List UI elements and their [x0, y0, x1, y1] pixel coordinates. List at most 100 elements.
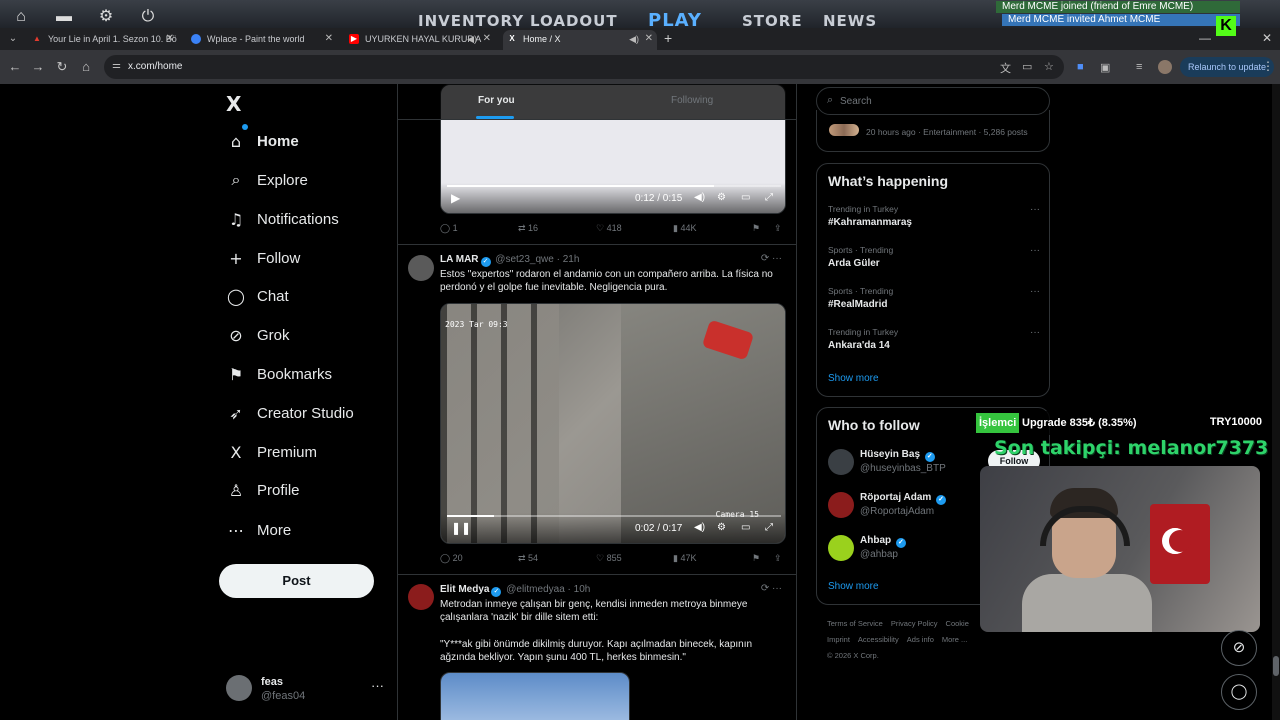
browser-tab[interactable]: ▲ Your Lie in April 1. Sezon 10. Bö ✕ — [28, 30, 178, 50]
close-icon[interactable]: ✕ — [325, 30, 333, 48]
play-icon[interactable]: ▶ — [451, 191, 460, 205]
home-icon[interactable]: ⌂ — [12, 8, 30, 26]
nav-home[interactable]: ⌂ Home — [226, 124, 299, 155]
post-button[interactable]: Post — [219, 564, 374, 598]
tweet-video[interactable]: 2023 Tar 09:3 Camera 15 ❚❚ 0:02 / 0:17 ◀… — [440, 303, 786, 544]
avatar[interactable] — [828, 535, 854, 561]
author-handle[interactable]: @set23_qwe — [495, 254, 554, 265]
browser-tab[interactable]: Wplace - Paint the world ✕ — [187, 30, 337, 50]
close-icon[interactable]: ✕ — [645, 30, 653, 48]
bookmark-icon[interactable]: ⚑ — [752, 553, 760, 564]
minimize-icon[interactable]: — — [1199, 31, 1211, 45]
reply-button[interactable]: ◯ 1 — [440, 223, 458, 234]
case-icon[interactable]: ▬ — [55, 8, 73, 26]
cast-icon[interactable]: ▭ — [1022, 60, 1032, 73]
reply-button[interactable]: ◯ 20 — [440, 553, 463, 564]
back-icon[interactable]: ← — [7, 59, 23, 74]
views-button[interactable]: ▮ 44K — [673, 223, 696, 234]
views-button[interactable]: ▮ 47K — [673, 553, 696, 564]
more-icon[interactable]: ··· — [1030, 286, 1040, 297]
author-name[interactable]: LA MAR — [440, 254, 479, 265]
pip-icon[interactable]: ▭ — [741, 192, 750, 203]
volume-icon[interactable]: ◀) — [694, 192, 705, 203]
nav-grok[interactable]: ⊘ Grok — [226, 321, 289, 349]
trend-item[interactable]: Sports · Trending Arda Güler ··· — [828, 245, 1040, 281]
footer-link[interactable]: Privacy Policy — [891, 619, 938, 628]
share-icon[interactable]: ⇪ — [774, 223, 782, 234]
video-progress[interactable] — [447, 515, 781, 517]
nav-creator-studio[interactable]: ➶ Creator Studio — [226, 399, 353, 427]
footer-link[interactable]: Accessibility — [858, 635, 899, 644]
avatar[interactable] — [828, 492, 854, 518]
footer-link[interactable]: Cookie — [946, 619, 969, 628]
trend-preview-card[interactable]: 20 hours ago · Entertainment · 5,286 pos… — [816, 110, 1050, 152]
bookmark-star-icon[interactable]: ☆ — [1044, 60, 1054, 73]
avatar[interactable] — [408, 584, 434, 610]
avatar[interactable] — [828, 449, 854, 475]
page-scrollbar[interactable] — [1272, 84, 1280, 720]
browser-tab[interactable]: ▶ UYURKEN HAYAL KURUP A ◀) ✕ — [345, 30, 495, 50]
more-icon[interactable]: ··· — [1030, 204, 1040, 215]
nav-follow[interactable]: + Follow — [226, 244, 300, 272]
url-text[interactable]: x.com/home — [128, 61, 182, 72]
reload-icon[interactable]: ↻ — [54, 59, 70, 75]
close-icon[interactable]: ✕ — [483, 30, 491, 48]
tweet-image[interactable] — [440, 672, 630, 720]
menu-kebab-icon[interactable]: ⋮ — [1262, 59, 1274, 73]
avatar[interactable] — [408, 255, 434, 281]
account-switcher[interactable]: feas @feas04 ··· — [226, 672, 386, 704]
nav-profile[interactable]: ♙ Profile — [226, 476, 300, 504]
speaker-icon[interactable]: ◀) — [467, 30, 477, 48]
trend-item[interactable]: Sports · Trending #RealMadrid ··· — [828, 286, 1040, 322]
more-icon[interactable]: ··· — [1030, 245, 1040, 256]
power-icon[interactable]: ⏻ — [139, 8, 157, 26]
chat-fab-icon[interactable]: ◯ — [1221, 674, 1257, 710]
forward-icon[interactable]: → — [30, 59, 46, 74]
author-handle[interactable]: @elitmedyaa — [506, 584, 565, 595]
profile-avatar[interactable] — [1158, 60, 1172, 74]
nav-bookmarks[interactable]: ⚑ Bookmarks — [226, 360, 332, 388]
tweet-time[interactable]: 21h — [563, 254, 580, 265]
home-button-icon[interactable]: ⌂ — [78, 59, 94, 74]
footer-link[interactable]: Imprint — [827, 635, 850, 644]
footer-link[interactable]: Ads info — [907, 635, 934, 644]
speaker-icon[interactable]: ◀) — [629, 30, 639, 48]
browser-tab-active[interactable]: X Home / X ◀) ✕ — [503, 30, 657, 50]
search-input[interactable]: Search — [840, 96, 872, 107]
nav-notifications[interactable]: ♫ Notifications — [226, 205, 339, 233]
show-more-link[interactable]: Show more — [828, 373, 879, 384]
scrollbar-thumb[interactable] — [1273, 656, 1279, 676]
bookmark-icon[interactable]: ⚑ — [752, 223, 760, 234]
tweet-time[interactable]: 10h — [574, 584, 591, 595]
trend-item[interactable]: Trending in Turkey #Kahramanmaraş ··· — [828, 204, 1040, 240]
more-icon[interactable]: ⟳ ··· — [761, 253, 782, 264]
repost-button[interactable]: ⇄ 54 — [518, 553, 538, 564]
omnibox[interactable]: ⚌ x.com/home 文 ▭ ☆ — [104, 55, 1064, 79]
like-button[interactable]: ♡ 855 — [596, 553, 622, 564]
settings-icon[interactable]: ⚙ — [717, 192, 726, 203]
footer-link[interactable]: More ... — [942, 635, 967, 644]
author-name[interactable]: Elit Medya — [440, 584, 489, 595]
trend-item[interactable]: Trending in Turkey Ankara'da 14 ··· — [828, 327, 1040, 363]
more-icon[interactable]: ⟳ ··· — [761, 583, 782, 594]
nav-chat[interactable]: ◯ Chat — [226, 282, 289, 310]
x-logo-icon[interactable]: X — [226, 92, 241, 116]
repost-button[interactable]: ⇄ 16 — [518, 223, 538, 234]
share-icon[interactable]: ⇪ — [774, 553, 782, 564]
fullscreen-icon[interactable]: ⤢ — [765, 522, 773, 533]
gear-icon[interactable]: ⚙ — [97, 8, 115, 26]
tab-following[interactable]: Following — [671, 95, 713, 106]
close-icon[interactable]: ✕ — [166, 30, 174, 48]
volume-icon[interactable]: ◀) — [694, 522, 705, 533]
nav-more[interactable]: ⋯ More — [226, 516, 291, 544]
pause-icon[interactable]: ❚❚ — [451, 521, 471, 535]
nav-premium[interactable]: X Premium — [226, 438, 318, 466]
search-box[interactable]: ⌕ Search — [816, 87, 1050, 115]
extension-icon[interactable]: ■ — [1077, 61, 1084, 73]
footer-link[interactable]: Terms of Service — [827, 619, 883, 628]
relaunch-button[interactable]: Relaunch to update — [1180, 57, 1275, 77]
tab-search-list-icon[interactable]: ≡ — [1136, 61, 1142, 73]
grok-fab-icon[interactable]: ⊘ — [1221, 630, 1257, 666]
more-dots-icon[interactable]: ··· — [371, 678, 384, 693]
pip-icon[interactable]: ▭ — [741, 522, 750, 533]
